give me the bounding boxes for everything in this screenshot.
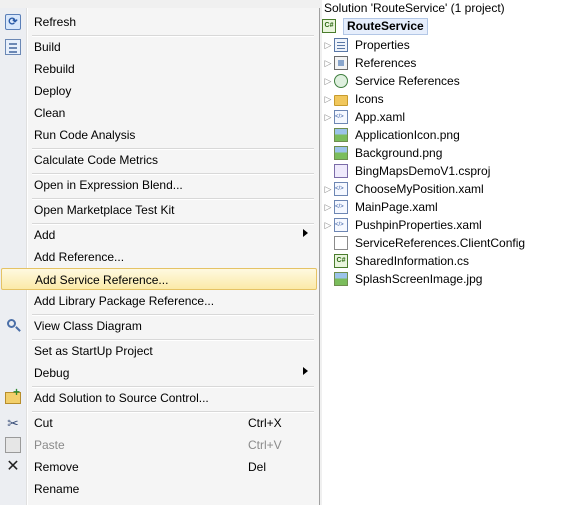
expand-arrow-icon[interactable]: ▷ <box>322 94 334 105</box>
remove-icon: ✕ <box>6 458 20 475</box>
expand-arrow-icon[interactable]: ▷ <box>322 76 334 87</box>
csharp-project-icon: C# <box>322 19 336 33</box>
xaml-file-icon <box>334 110 348 124</box>
context-menu: ⟳ Refresh Build Rebuild Deploy Clean Run… <box>0 8 320 505</box>
menu-item-remove[interactable]: ✕ Remove Del <box>1 456 317 478</box>
menu-item-add-solution-to-source-control[interactable]: Add Solution to Source Control... <box>1 385 317 409</box>
xaml-file-icon <box>334 218 348 232</box>
submenu-arrow-icon <box>303 367 308 375</box>
tree-node-background[interactable]: Background.png <box>322 144 442 162</box>
build-icon <box>5 39 21 55</box>
menu-item-paste[interactable]: Paste Ctrl+V <box>1 434 317 456</box>
menu-item-run-code-analysis[interactable]: Run Code Analysis <box>1 124 317 146</box>
xaml-file-icon <box>334 182 348 196</box>
expand-arrow-icon[interactable]: ▷ <box>322 220 334 231</box>
expand-arrow-icon[interactable]: ▷ <box>322 58 334 69</box>
properties-icon <box>334 38 348 52</box>
expand-arrow-icon[interactable]: ▷ <box>322 112 334 123</box>
tree-node-label: Background.png <box>355 146 443 160</box>
tree-node-label: PushpinProperties.xaml <box>355 218 482 232</box>
paste-icon <box>5 437 21 453</box>
menu-item-add-service-reference[interactable]: Add Service Reference... <box>1 268 317 290</box>
solution-label: Solution 'RouteService' (1 project) <box>324 1 505 15</box>
tree-node-splash-screen[interactable]: SplashScreenImage.jpg <box>322 270 482 288</box>
menu-item-build[interactable]: Build <box>1 36 317 58</box>
project-file-icon <box>334 164 348 178</box>
shortcut-label: Ctrl+X <box>248 416 282 430</box>
config-file-icon <box>334 236 348 250</box>
menu-item-rebuild[interactable]: Rebuild <box>1 58 317 80</box>
project-node[interactable]: C# RouteService <box>322 17 428 35</box>
source-control-icon <box>5 385 21 404</box>
tree-node-label: BingMapsDemoV1.csproj <box>355 164 491 178</box>
menu-item-clean[interactable]: Clean <box>1 102 317 124</box>
service-references-icon <box>334 74 348 88</box>
tree-node-client-config[interactable]: ServiceReferences.ClientConfig <box>322 234 525 252</box>
solution-node[interactable]: Solution 'RouteService' (1 project) <box>324 0 505 16</box>
tree-node-service-references[interactable]: ▷ Service References <box>322 72 460 90</box>
tree-node-label: ApplicationIcon.png <box>355 128 460 142</box>
tree-node-icons[interactable]: ▷ Icons <box>322 90 384 108</box>
menu-item-calculate-code-metrics[interactable]: Calculate Code Metrics <box>1 149 317 171</box>
menu-item-view-class-diagram[interactable]: View Class Diagram <box>1 315 317 337</box>
menu-item-deploy[interactable]: Deploy <box>1 80 317 102</box>
tree-node-references[interactable]: ▷ References <box>322 54 416 72</box>
shortcut-label: Del <box>248 460 267 474</box>
tree-node-label: References <box>355 56 417 70</box>
shortcut-label: Ctrl+V <box>248 438 282 452</box>
tree-node-shared-information[interactable]: C# SharedInformation.cs <box>322 252 469 270</box>
tree-node-label: Icons <box>355 92 384 106</box>
menu-item-add[interactable]: Add <box>1 224 317 246</box>
submenu-arrow-icon <box>303 229 308 237</box>
expand-arrow-icon[interactable]: ▷ <box>322 40 334 51</box>
tree-node-label: ChooseMyPosition.xaml <box>355 182 484 196</box>
expand-arrow-icon[interactable]: ▷ <box>322 202 334 213</box>
menu-item-cut[interactable]: ✂ Cut Ctrl+X <box>1 412 317 434</box>
menu-item-refresh[interactable]: ⟳ Refresh <box>1 11 317 33</box>
tree-node-properties[interactable]: ▷ Properties <box>322 36 410 54</box>
tree-node-label: SplashScreenImage.jpg <box>355 272 483 286</box>
project-label: RouteService <box>343 17 428 35</box>
menu-item-add-reference[interactable]: Add Reference... <box>1 246 317 268</box>
refresh-icon: ⟳ <box>5 14 21 30</box>
tree-node-label: Properties <box>355 38 410 52</box>
scissors-icon: ✂ <box>7 415 19 431</box>
menu-item-rename[interactable]: Rename <box>1 478 317 500</box>
tree-node-label: ServiceReferences.ClientConfig <box>355 236 526 250</box>
menu-item-add-library-package-reference[interactable]: Add Library Package Reference... <box>1 290 317 312</box>
csharp-file-icon: C# <box>334 254 348 268</box>
tree-node-label: SharedInformation.cs <box>355 254 470 268</box>
menu-item-set-as-startup-project[interactable]: Set as StartUp Project <box>1 340 317 362</box>
image-file-icon <box>334 146 348 160</box>
menu-item-debug[interactable]: Debug <box>1 362 317 384</box>
tree-node-label: Service References <box>355 74 460 88</box>
xaml-file-icon <box>334 200 348 214</box>
image-file-icon <box>334 128 348 142</box>
tree-node-csproj[interactable]: BingMapsDemoV1.csproj <box>322 162 490 180</box>
menu-item-open-in-expression-blend[interactable]: Open in Expression Blend... <box>1 174 317 196</box>
tree-node-label: App.xaml <box>355 110 406 124</box>
menu-item-open-marketplace-test-kit[interactable]: Open Marketplace Test Kit <box>1 199 317 221</box>
class-diagram-icon <box>7 319 16 328</box>
image-file-icon <box>334 272 348 286</box>
references-icon <box>334 56 348 70</box>
tree-node-label: MainPage.xaml <box>355 200 438 214</box>
tree-node-choose-my-position[interactable]: ▷ ChooseMyPosition.xaml <box>322 180 484 198</box>
tree-node-pushpin-properties[interactable]: ▷ PushpinProperties.xaml <box>322 216 482 234</box>
tree-node-main-page[interactable]: ▷ MainPage.xaml <box>322 198 438 216</box>
expand-arrow-icon[interactable]: ▷ <box>322 184 334 195</box>
folder-icon <box>334 94 348 106</box>
solution-explorer: Solution 'RouteService' (1 project) C# R… <box>322 0 567 505</box>
tree-node-app-xaml[interactable]: ▷ App.xaml <box>322 108 405 126</box>
tree-node-application-icon[interactable]: ApplicationIcon.png <box>322 126 460 144</box>
